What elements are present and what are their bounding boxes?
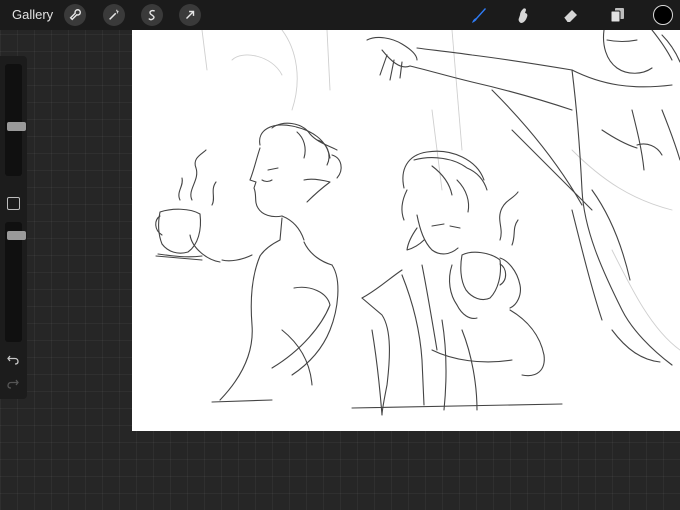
smudge-icon[interactable] [512, 4, 534, 26]
brush-sidebar [0, 56, 27, 399]
transform-arrow-icon[interactable] [179, 4, 201, 26]
sketch-artwork [155, 30, 680, 416]
layers-icon[interactable] [606, 4, 628, 26]
wrench-icon[interactable] [64, 4, 86, 26]
top-toolbar: Gallery [0, 0, 680, 30]
drawing-canvas[interactable] [132, 30, 680, 431]
selection-icon[interactable] [141, 4, 163, 26]
brush-size-handle[interactable] [7, 122, 26, 131]
gallery-button[interactable]: Gallery [12, 7, 53, 22]
magic-wand-icon[interactable] [103, 4, 125, 26]
undo-icon[interactable] [6, 352, 20, 366]
redo-icon[interactable] [6, 376, 20, 390]
opacity-slider[interactable] [5, 222, 26, 342]
modify-button[interactable] [7, 197, 20, 210]
color-swatch[interactable] [653, 5, 673, 25]
eraser-icon[interactable] [560, 4, 582, 26]
opacity-handle[interactable] [7, 231, 26, 240]
brush-icon[interactable] [468, 4, 490, 26]
brush-size-slider[interactable] [5, 64, 26, 176]
